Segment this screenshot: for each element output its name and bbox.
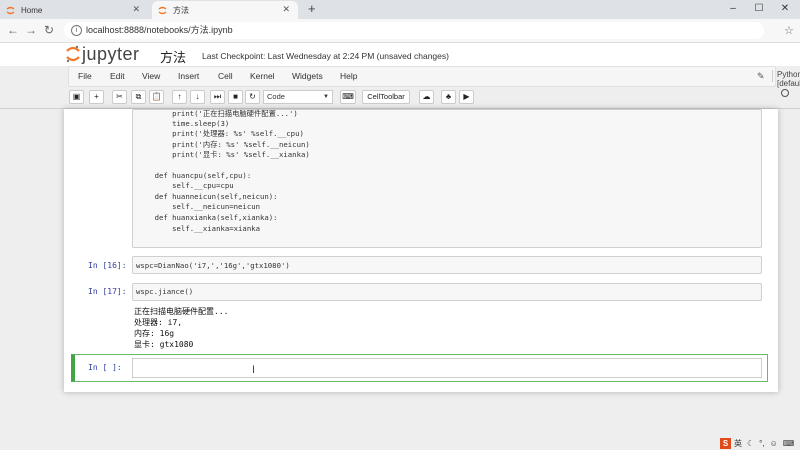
ime-logo-icon[interactable]: S [720, 438, 731, 449]
code-line: self.__xianka=xianka [137, 224, 261, 233]
menu-kernel[interactable]: Kernel [250, 71, 275, 81]
code-line: print('正在扫描电脑硬件配置...') [137, 109, 298, 118]
jupyter-favicon-icon [6, 6, 15, 15]
text-cursor-icon: I [252, 364, 256, 376]
minimize-icon[interactable]: – [720, 0, 746, 19]
forward-icon[interactable]: → [25, 23, 37, 37]
keyboard-icon[interactable]: ⌨ [340, 90, 356, 104]
menu-widgets[interactable]: Widgets [292, 71, 323, 81]
code-line: wspc=DianNao('i7,','16g','gtx1080') [136, 261, 290, 270]
cut-icon[interactable]: ✂ [112, 90, 127, 104]
output-line: 正在扫描电脑硬件配置... [134, 307, 229, 316]
cell-type-select[interactable]: Code ▼ [263, 90, 333, 104]
info-icon[interactable]: i [71, 25, 82, 36]
code-line: wspc.jiance() [136, 287, 194, 296]
output-line: 处理器: i7, [134, 318, 183, 327]
code-line: time.sleep(3) [137, 119, 230, 128]
tab-notebook[interactable]: 方法 ✕ [152, 1, 298, 19]
tab-notebook-label: 方法 [173, 5, 189, 15]
url-text: localhost:8888/notebooks/方法.ipynb [86, 25, 233, 35]
logo-text: jupyter [82, 43, 140, 64]
code-line: self.__cpu=cpu [137, 181, 234, 190]
menu-insert[interactable]: Insert [178, 71, 199, 81]
move-up-icon[interactable]: ↑ [172, 90, 187, 104]
code-line: print('显卡: %s' %self.__xianka) [137, 150, 310, 159]
browser-tab-bar: Home ✕ 方法 ✕ + – ☐ ✕ [0, 0, 800, 19]
menubar: File Edit View Insert Cell Kernel Widget… [68, 66, 800, 97]
kernel-indicator: Python [default] [772, 70, 800, 97]
code-line: print('内存: %s' %self.__neicun) [137, 140, 310, 149]
code-line: def huanneicun(self,neicun): [137, 192, 278, 201]
insert-cell-icon[interactable]: + [89, 90, 104, 104]
ime-mode[interactable]: 英 [734, 438, 742, 449]
output-line: 内存: 16g [134, 329, 175, 338]
new-tab-icon[interactable]: + [308, 1, 316, 16]
cell-type-value: Code [267, 92, 285, 101]
chevron-down-icon: ▼ [323, 94, 329, 100]
edit-pencil-icon[interactable]: ✎ [757, 71, 765, 82]
upload-icon[interactable]: ☁ [419, 90, 434, 104]
save-icon[interactable]: ▣ [69, 90, 84, 104]
code-line: self.__neicun=neicun [137, 202, 261, 211]
tab-home[interactable]: Home ✕ [0, 1, 148, 19]
maximize-icon[interactable]: ☐ [746, 0, 772, 19]
back-icon[interactable]: ← [7, 23, 19, 37]
notebook-name[interactable]: 方法 [160, 47, 186, 66]
code-cell-17[interactable] [132, 283, 762, 301]
url-input[interactable]: i localhost:8888/notebooks/方法.ipynb [64, 22, 764, 39]
menu-file[interactable]: File [78, 71, 92, 81]
address-bar-row: ← → ↻ i localhost:8888/notebooks/方法.ipyn… [0, 19, 800, 43]
menu-cell[interactable]: Cell [218, 71, 233, 81]
jupyter-favicon-icon [158, 6, 167, 15]
output-line: 显卡: gtx1080 [134, 340, 194, 349]
keyboard-tray-icon[interactable]: ⌨ [783, 439, 795, 448]
moon-icon[interactable]: ☾ [747, 439, 754, 448]
gift-icon[interactable]: ♣ [441, 90, 456, 104]
run-cell-icon[interactable]: ⏭ [210, 90, 225, 104]
code-line: print('处理器: %s' %self.__cpu) [137, 129, 304, 138]
jupyter-logo[interactable]: jupyter [66, 44, 140, 64]
tab-home-label: Home [21, 5, 43, 15]
paste-icon[interactable]: 📋 [149, 90, 164, 104]
close-tab-icon[interactable]: ✕ [282, 4, 290, 15]
video-icon[interactable]: ▶ [459, 90, 474, 104]
punctuation-icon[interactable]: °, [759, 439, 764, 448]
code-input-empty[interactable] [132, 358, 762, 378]
emoji-icon[interactable]: ☺ [770, 439, 778, 448]
system-tray: S 英 ☾ °, ☺ ⌨ ⚙ [720, 437, 800, 450]
copy-icon[interactable]: ⧉ [131, 90, 146, 104]
jupyter-logo-icon [66, 45, 80, 63]
notebook-toolbar: ▣ + ✂ ⧉ 📋 ↑ ↓ ⏭ ■ ↻ Code ▼ ⌨ CellToolbar … [0, 88, 800, 108]
interrupt-icon[interactable]: ■ [228, 90, 243, 104]
code-line: def huanxianka(self,xianka): [137, 213, 278, 222]
kernel-name: Python [default] [777, 70, 800, 88]
close-window-icon[interactable]: ✕ [772, 0, 798, 19]
move-down-icon[interactable]: ↓ [190, 90, 205, 104]
menu-view[interactable]: View [142, 71, 160, 81]
cell-prompt: In [16]: [88, 261, 127, 270]
code-line: def huancpu(self,cpu): [137, 171, 252, 180]
menu-edit[interactable]: Edit [110, 71, 125, 81]
celltoolbar-button[interactable]: CellToolbar [362, 90, 410, 104]
cell-prompt: In [ ]: [88, 363, 122, 372]
bookmark-star-icon[interactable]: ☆ [784, 24, 794, 37]
reload-icon[interactable]: ↻ [44, 23, 54, 37]
cell-prompt: In [17]: [88, 287, 127, 296]
restart-kernel-icon[interactable]: ↻ [245, 90, 260, 104]
menu-help[interactable]: Help [340, 71, 357, 81]
close-tab-icon[interactable]: ✕ [132, 4, 140, 15]
checkpoint-status: Last Checkpoint: Last Wednesday at 2:24 … [202, 51, 449, 61]
